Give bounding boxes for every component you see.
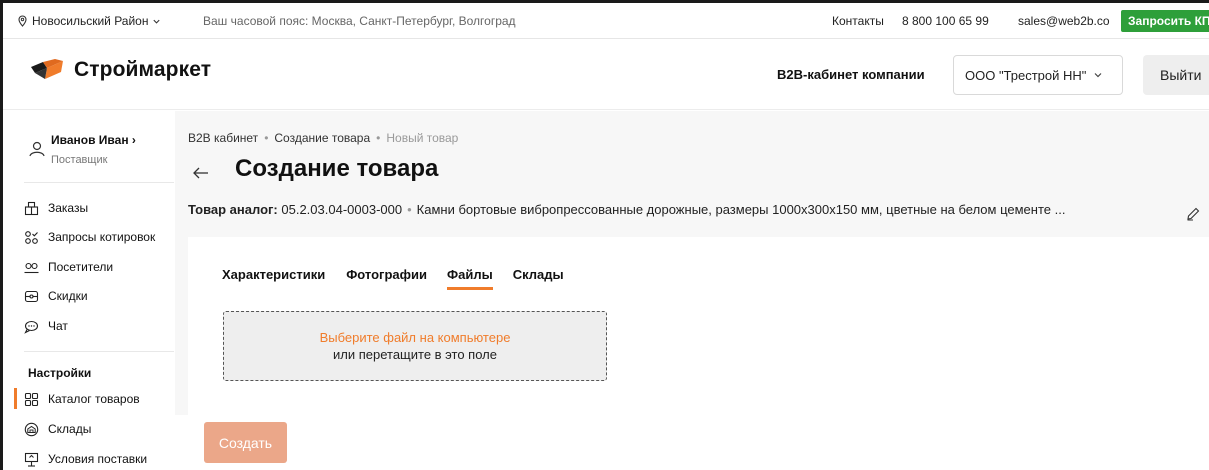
company-select-value: ООО "Трестрой НН" <box>965 67 1087 83</box>
breadcrumb: B2B кабинет • Создание товара • Новый то… <box>188 131 458 145</box>
quotes-icon <box>25 230 38 244</box>
sidebar-item-label: Посетители <box>48 260 114 274</box>
company-select[interactable]: ООО "Трестрой НН" <box>953 55 1123 95</box>
sidebar-item-warehouses[interactable]: Склады <box>24 419 91 439</box>
chevron-down-icon <box>1094 73 1102 78</box>
user-name-link[interactable]: Иванов Иван › <box>51 133 136 147</box>
sidebar: Иванов Иван › Поставщик Заказы Запросы к… <box>3 111 175 470</box>
sidebar-item-label: Скидки <box>48 289 88 303</box>
sidebar-item-delivery-terms[interactable]: Условия поставки <box>24 449 147 469</box>
chat-icon <box>24 320 39 334</box>
create-button[interactable]: Создать <box>204 422 287 463</box>
user-icon <box>29 141 45 157</box>
edit-pencil-icon[interactable] <box>1185 206 1201 222</box>
back-arrow-icon[interactable] <box>191 163 211 183</box>
logo-text: Строймаркет <box>74 58 212 81</box>
sidebar-item-label: Условия поставки <box>48 452 148 466</box>
analog-description: Камни бортовые вибропрессованные дорожны… <box>416 202 1066 217</box>
location-pin-icon <box>18 15 27 27</box>
orders-icon <box>24 201 39 215</box>
phone-link[interactable]: 8 800 100 65 99 <box>902 14 989 28</box>
sidebar-item-chat[interactable]: Чат <box>24 316 68 336</box>
region-selector[interactable]: Новосильский Район <box>17 14 161 28</box>
request-kp-button[interactable]: Запросить КП <box>1121 10 1209 32</box>
delivery-icon <box>24 452 39 467</box>
warehouse-icon <box>24 422 39 436</box>
settings-heading: Настройки <box>28 366 92 380</box>
breadcrumb-current: Новый товар <box>386 131 459 145</box>
tab-files[interactable]: Файлы <box>447 267 493 290</box>
tab-warehouses[interactable]: Склады <box>513 267 564 290</box>
main-content: B2B кабинет • Создание товара • Новый то… <box>175 111 1209 470</box>
catalog-icon <box>24 392 39 406</box>
file-dropzone[interactable]: Выберите файл на компьютере или перетащи… <box>223 311 607 381</box>
sidebar-divider <box>24 182 174 183</box>
tab-characteristics[interactable]: Характеристики <box>222 267 325 290</box>
header: Строймаркет B2B-кабинет компании ООО "Тр… <box>3 40 1209 110</box>
sidebar-item-label: Чат <box>48 319 68 333</box>
contacts-link[interactable]: Контакты <box>832 14 884 28</box>
tab-bar: Характеристики Фотографии Файлы Склады <box>222 267 564 290</box>
form-footer: Создать <box>175 415 1209 470</box>
analog-product-line: Товар аналог: 05.2.03.04-0003-000 • Камни … <box>188 202 1065 217</box>
logo[interactable]: Строймаркет <box>29 58 211 82</box>
timezone-text: Ваш часовой пояс: Москва, Санкт-Петербур… <box>203 14 516 28</box>
sidebar-item-label: Склады <box>48 422 92 436</box>
breadcrumb-separator: • <box>264 131 269 145</box>
sidebar-item-quotes[interactable]: Запросы котировок <box>24 227 155 247</box>
breadcrumb-separator: • <box>376 131 381 145</box>
logout-button[interactable]: Выйти <box>1143 55 1209 95</box>
breadcrumb-b2b-link[interactable]: B2B кабинет <box>188 131 258 145</box>
tab-photos[interactable]: Фотографии <box>346 267 427 290</box>
product-form-card: Характеристики Фотографии Файлы Склады В… <box>188 237 1209 415</box>
analog-code: 05.2.03.04-0003-000 <box>281 202 403 217</box>
analog-separator: • <box>407 202 412 217</box>
active-indicator <box>14 388 17 409</box>
user-role: Поставщик <box>51 154 108 166</box>
sidebar-item-label: Каталог товаров <box>48 392 140 406</box>
sidebar-item-visitors[interactable]: Посетители <box>24 257 113 277</box>
choose-file-link[interactable]: Выберите файл на компьютере <box>320 330 511 345</box>
b2b-cabinet-label: B2B-кабинет компании <box>777 67 925 82</box>
sidebar-item-orders[interactable]: Заказы <box>24 198 88 218</box>
sidebar-item-label: Запросы котировок <box>48 230 156 244</box>
chevron-down-icon <box>153 19 161 24</box>
analog-label: Товар аналог: <box>188 202 278 217</box>
breadcrumb-create-product-link[interactable]: Создание товара <box>274 131 370 145</box>
top-bar: Новосильский Район Ваш часовой пояс: Мос… <box>3 3 1209 39</box>
region-label: Новосильский Район <box>32 14 149 28</box>
discounts-icon <box>24 290 39 302</box>
sidebar-item-discounts[interactable]: Скидки <box>24 286 88 306</box>
email-link[interactable]: sales@web2b.co <box>1018 14 1110 28</box>
sidebar-item-label: Заказы <box>48 201 89 215</box>
dropzone-hint: или перетащите в это поле <box>333 347 497 362</box>
visitors-icon <box>24 262 39 273</box>
logo-icon <box>31 59 63 79</box>
sidebar-item-catalog[interactable]: Каталог товаров <box>24 389 140 409</box>
page-title: Создание товара <box>235 155 439 182</box>
sidebar-divider <box>24 351 174 352</box>
